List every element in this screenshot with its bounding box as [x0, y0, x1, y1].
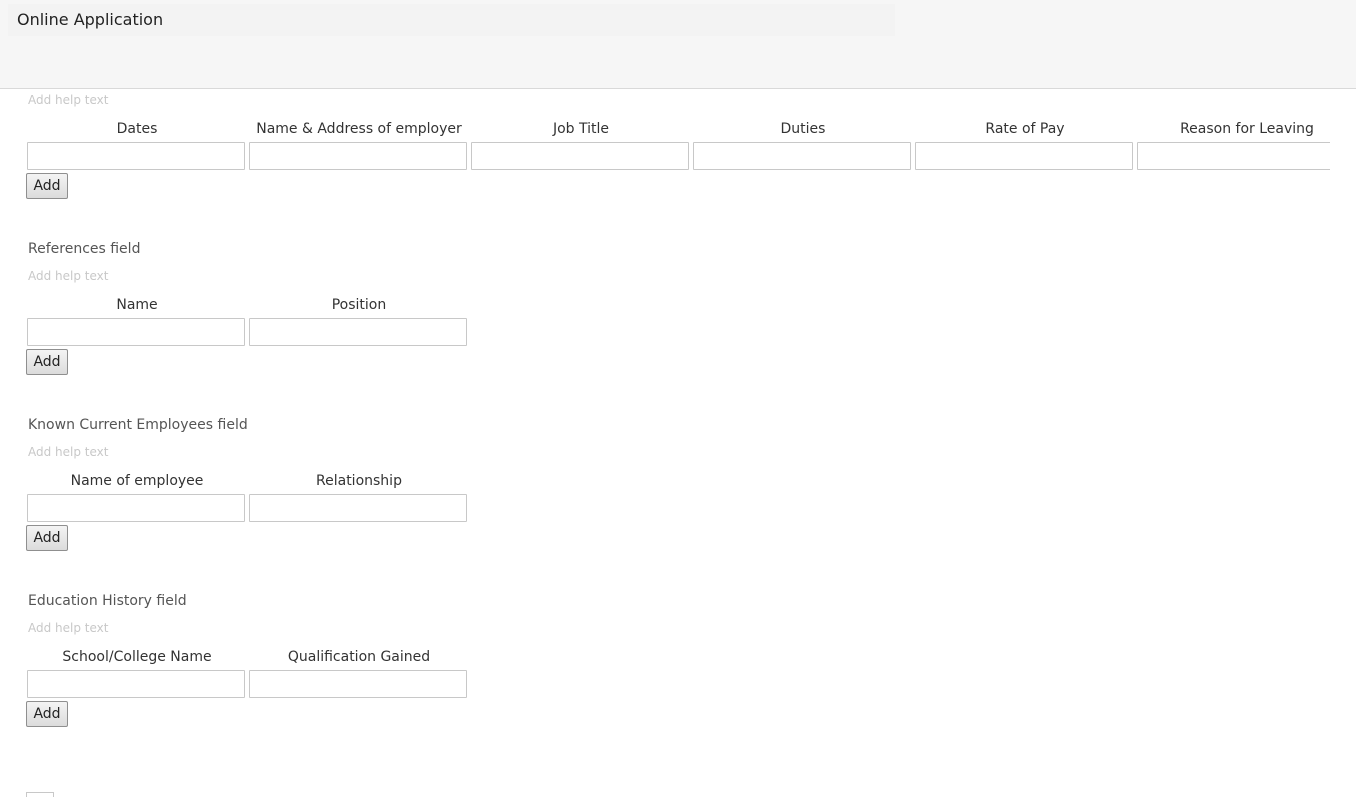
references-help-text[interactable]: Add help text — [28, 269, 108, 283]
education-history-field-title[interactable]: Education History field — [28, 593, 187, 609]
column-header-qualification: Qualification Gained — [287, 649, 431, 665]
reason-for-leaving-input[interactable] — [1137, 142, 1330, 170]
column-header-reason-for-leaving: Reason for Leaving — [1180, 121, 1314, 137]
column-header-name-of-employee: Name of employee — [70, 473, 204, 489]
column-header-rate-of-pay: Rate of Pay — [985, 121, 1065, 137]
column-header-duties: Duties — [780, 121, 826, 137]
column-header-dates: Dates — [116, 121, 158, 137]
column-header-name: Name — [116, 297, 158, 313]
dates-input[interactable] — [27, 142, 245, 170]
column-header-employer: Name & Address of employer — [256, 121, 462, 137]
partially-visible-element — [26, 792, 54, 797]
employee-name-input[interactable] — [27, 494, 245, 522]
reference-position-input[interactable] — [249, 318, 467, 346]
school-name-input[interactable] — [27, 670, 245, 698]
column-header-school-name: School/College Name — [62, 649, 212, 665]
qualification-input[interactable] — [249, 670, 467, 698]
add-reference-row-button[interactable]: Add — [26, 349, 68, 375]
employer-input[interactable] — [249, 142, 467, 170]
add-employee-row-button[interactable]: Add — [26, 525, 68, 551]
add-education-row-button[interactable]: Add — [26, 701, 68, 727]
rate-of-pay-input[interactable] — [915, 142, 1133, 170]
known-employees-field-title[interactable]: Known Current Employees field — [28, 417, 248, 433]
employee-relationship-input[interactable] — [249, 494, 467, 522]
column-header-job-title: Job Title — [552, 121, 610, 137]
add-employment-row-button[interactable]: Add — [26, 173, 68, 199]
job-title-input[interactable] — [471, 142, 689, 170]
column-header-position: Position — [331, 297, 387, 313]
duties-input[interactable] — [693, 142, 911, 170]
reference-name-input[interactable] — [27, 318, 245, 346]
education-history-help-text[interactable]: Add help text — [28, 621, 108, 635]
known-employees-help-text[interactable]: Add help text — [28, 445, 108, 459]
references-field-title[interactable]: References field — [28, 241, 140, 257]
column-header-relationship: Relationship — [316, 473, 402, 489]
